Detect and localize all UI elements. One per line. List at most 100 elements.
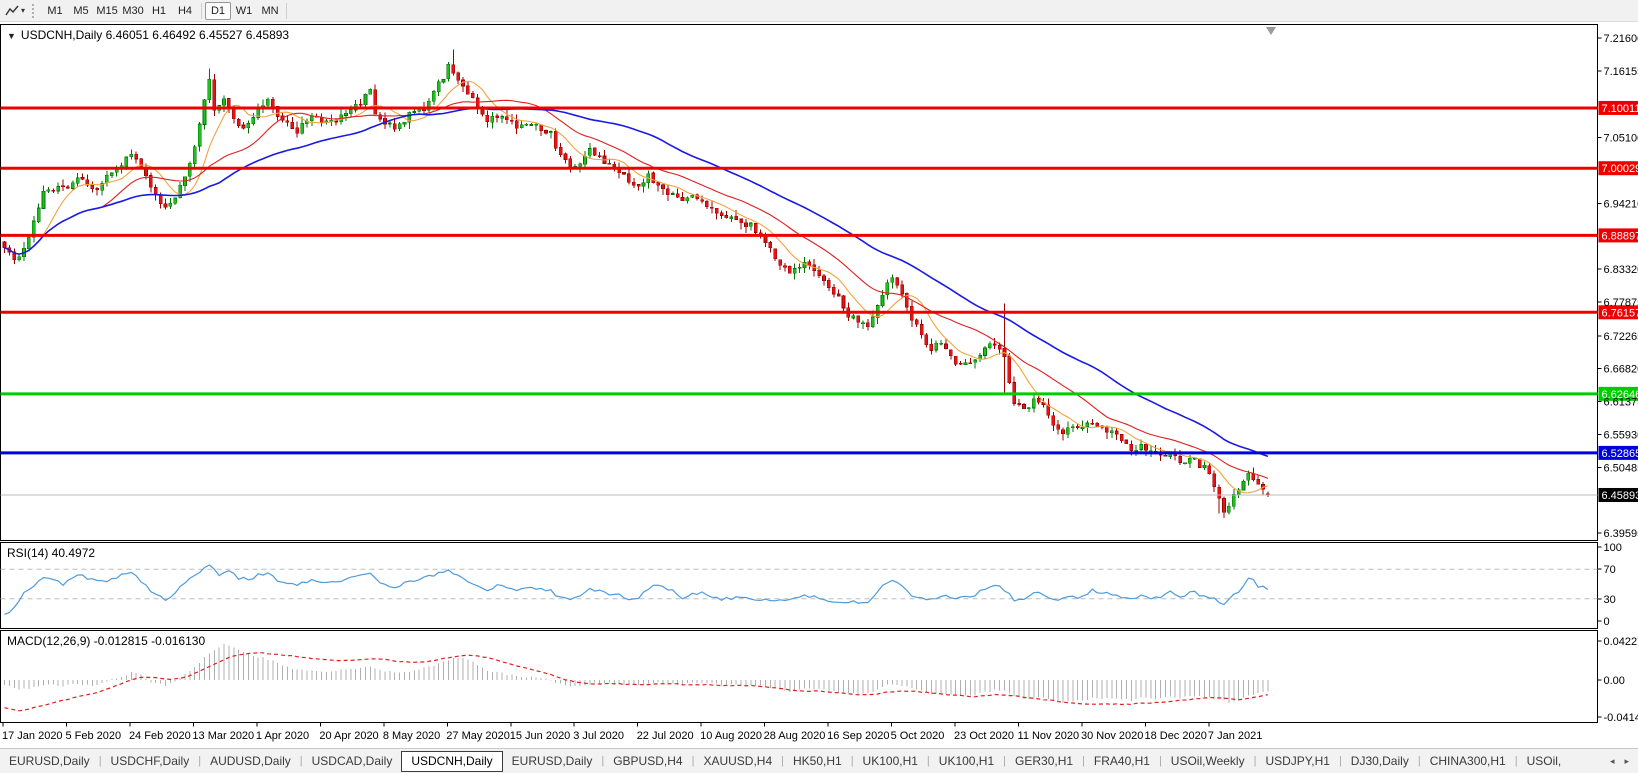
candle-body: [851, 315, 856, 319]
candle-body: [529, 124, 534, 126]
rsi-indicator-label: RSI(14) 40.4972: [7, 546, 96, 560]
candle-body: [592, 147, 597, 156]
candle-body: [729, 216, 734, 220]
candle-body: [963, 362, 968, 365]
candle-body: [680, 197, 685, 201]
date-axis-label: 22 Jul 2020: [637, 730, 694, 742]
price-axis-tick-label: 6.94210: [1604, 198, 1638, 210]
candle-body: [36, 207, 41, 222]
candle-body: [75, 177, 80, 184]
candle-body: [924, 334, 929, 346]
candle-body: [1197, 458, 1202, 468]
candle-body: [817, 270, 821, 277]
timeframe-button-d1[interactable]: D1: [205, 1, 232, 20]
candle-body: [363, 93, 368, 106]
candle-body: [973, 359, 978, 363]
candle-body: [1183, 462, 1187, 465]
timeframe-button-m1[interactable]: M1: [42, 2, 68, 20]
scroll-tabs-left-icon[interactable]: ◂: [1605, 756, 1620, 767]
candle-body: [1110, 430, 1114, 433]
symbol-dropdown-icon[interactable]: ▼: [7, 31, 16, 41]
scroll-tabs-right-icon[interactable]: ▸: [1619, 756, 1634, 767]
candle-body: [914, 319, 919, 325]
candle-body: [110, 172, 114, 176]
timeframe-button-h1[interactable]: H1: [146, 2, 172, 20]
candle-body: [1105, 426, 1109, 433]
chart-tab-usdchf-daily[interactable]: USDCHF,Daily: [102, 751, 199, 771]
price-axis-tick-label: 6.50485: [1604, 462, 1638, 474]
candle-body: [500, 116, 504, 119]
chart-tab-usdcnh-daily[interactable]: USDCNH,Daily: [401, 750, 503, 772]
candle-body: [597, 155, 602, 158]
timeframe-button-m15[interactable]: M15: [94, 2, 120, 20]
macd-axis-tick-label: 0.00: [1604, 675, 1625, 687]
candle-body: [958, 363, 963, 365]
resistance-3-price-label: 6.88897: [1602, 230, 1638, 242]
candle-body: [700, 199, 704, 202]
candle-body: [690, 194, 695, 198]
candle-body: [1129, 443, 1134, 451]
date-axis-label: 7 Jan 2021: [1208, 730, 1262, 742]
candle-body: [641, 182, 646, 187]
candle-body: [992, 343, 997, 346]
timeframe-button-m30[interactable]: M30: [120, 2, 146, 20]
candle-body: [1207, 465, 1212, 475]
candle-body: [46, 189, 51, 192]
chart-tab-uk100-h1[interactable]: UK100,H1: [930, 751, 1003, 771]
chart-tab-usoil-weekly[interactable]: USOil,Weekly: [1162, 751, 1254, 771]
candle-body: [1202, 465, 1207, 468]
candle-body: [841, 295, 846, 309]
chart-tab-eurusd-daily[interactable]: EURUSD,Daily: [0, 751, 99, 771]
chart-tab-ger30-h1[interactable]: GER30,H1: [1006, 751, 1082, 771]
candle-body: [1222, 498, 1226, 513]
candle-body: [1051, 415, 1056, 426]
price-axis-tick-label: 7.16155: [1604, 66, 1638, 78]
candle-body: [451, 64, 456, 74]
price-axis-tick-label: 7.05100: [1604, 133, 1638, 145]
chart-tab-fra40-h1[interactable]: FRA40,H1: [1085, 751, 1159, 771]
chart-canvas[interactable]: 7.100117.000296.888976.761576.626466.528…: [0, 0, 1638, 773]
chart-tab-usdcad-daily[interactable]: USDCAD,Daily: [303, 751, 402, 771]
chart-tab-china300-h1[interactable]: CHINA300,H1: [1421, 751, 1515, 771]
candle-body: [129, 153, 134, 158]
chart-tab-dj30-daily[interactable]: DJ30,Daily: [1342, 751, 1418, 771]
timeframe-button-w1[interactable]: W1: [231, 2, 257, 20]
candle-body: [334, 120, 339, 123]
candle-body: [558, 147, 563, 155]
chart-tab-gbpusd-h4[interactable]: GBPUSD,H4: [604, 751, 691, 771]
candle-body: [929, 344, 934, 351]
date-axis-label: 24 Feb 2020: [129, 730, 191, 742]
candle-body: [1114, 430, 1119, 435]
chart-cursor-icon[interactable]: [3, 3, 21, 19]
timeframe-button-h4[interactable]: H4: [172, 2, 198, 20]
cursor-dropdown-caret-icon[interactable]: ▾: [21, 6, 25, 15]
candle-body: [1139, 444, 1143, 450]
chart-tab-eurusd-daily[interactable]: EURUSD,Daily: [503, 751, 602, 771]
candle-body: [344, 113, 348, 116]
candle-body: [1256, 478, 1260, 485]
chart-tab-usoil-[interactable]: USOil,: [1518, 751, 1571, 771]
chart-tab-usdjpy-h1[interactable]: USDJPY,H1: [1256, 751, 1338, 771]
candle-body: [666, 188, 670, 195]
date-axis-label: 16 Sep 2020: [827, 730, 889, 742]
toolbar-grip[interactable]: [32, 3, 35, 18]
candle-body: [1251, 473, 1256, 481]
timeframe-button-m5[interactable]: M5: [68, 2, 94, 20]
macd-axis-tick-label: -0.04148: [1604, 712, 1638, 724]
chart-tab-hk50-h1[interactable]: HK50,H1: [784, 751, 851, 771]
chart-tab-xauusd-h4[interactable]: XAUUSD,H4: [694, 751, 781, 771]
date-axis-label: 15 Jun 2020: [510, 730, 571, 742]
candle-body: [431, 90, 436, 102]
candle-body: [1095, 422, 1099, 427]
chart-tab-audusd-daily[interactable]: AUDUSD,Daily: [201, 751, 300, 771]
timeframe-button-mn[interactable]: MN: [257, 2, 283, 20]
candle-body: [134, 153, 139, 160]
candle-body: [578, 163, 582, 167]
candle-body: [139, 158, 143, 169]
candle-body: [1036, 398, 1041, 403]
candle-body: [470, 92, 475, 99]
candle-body: [373, 89, 378, 115]
candle-body: [1188, 457, 1192, 464]
chart-tab-uk100-h1[interactable]: UK100,H1: [854, 751, 927, 771]
candle-body: [212, 79, 217, 111]
